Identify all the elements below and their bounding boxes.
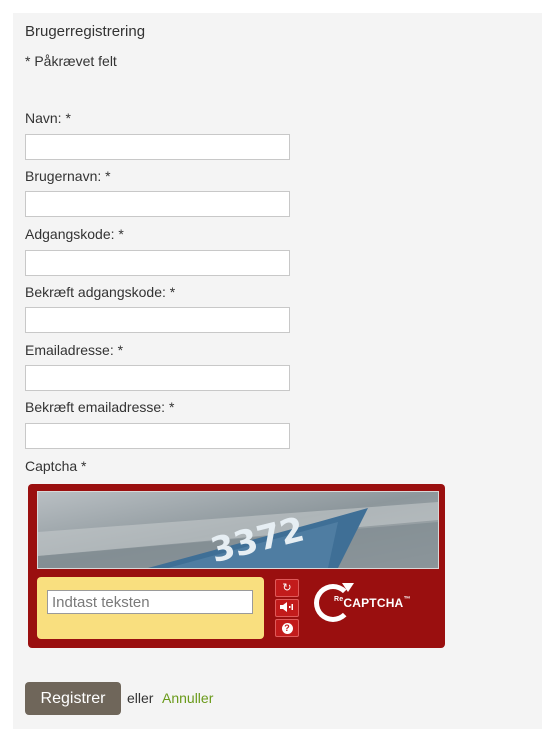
username-label: Brugernavn: * <box>25 168 111 184</box>
password-field[interactable] <box>25 250 290 276</box>
confirm-email-label: Bekræft emailadresse: * <box>25 399 175 415</box>
refresh-button[interactable]: ↻ <box>275 579 299 597</box>
refresh-icon: ↻ <box>282 581 292 594</box>
recaptcha-widget: 3372 ↻ ? ReCAPTCHA™ <box>28 484 445 648</box>
captcha-challenge-image: 3372 <box>37 491 439 569</box>
registration-form: Brugerregistrering * Påkrævet felt Navn:… <box>13 13 542 729</box>
captcha-photo: 3372 <box>38 492 438 568</box>
register-button[interactable]: Registrer <box>25 682 121 715</box>
confirm-password-field[interactable] <box>25 307 290 333</box>
logo-main: CAPTCHA <box>343 596 404 610</box>
captcha-answer-area <box>37 577 264 639</box>
required-field-note: * Påkrævet felt <box>25 53 117 69</box>
email-field[interactable] <box>25 365 290 391</box>
help-button[interactable]: ? <box>275 619 299 637</box>
name-label: Navn: * <box>25 110 71 126</box>
audio-button[interactable] <box>275 599 299 617</box>
name-field[interactable] <box>25 134 290 160</box>
username-field[interactable] <box>25 191 290 217</box>
logo-prefix: Re <box>334 596 344 603</box>
confirm-email-field[interactable] <box>25 423 290 449</box>
email-label: Emailadresse: * <box>25 342 124 358</box>
captcha-label: Captcha * <box>25 458 87 474</box>
password-label: Adgangskode: * <box>25 226 124 242</box>
logo-tm: ™ <box>403 596 411 603</box>
or-text: eller <box>127 690 154 706</box>
form-title: Brugerregistrering <box>25 23 146 40</box>
recaptcha-logo: ReCAPTCHA™ <box>314 583 424 632</box>
captcha-response-input[interactable] <box>47 590 253 614</box>
confirm-password-label: Bekræft adgangskode: * <box>25 284 176 300</box>
help-icon: ? <box>281 622 293 634</box>
audio-icon <box>280 601 294 615</box>
cancel-link[interactable]: Annuller <box>162 690 213 706</box>
